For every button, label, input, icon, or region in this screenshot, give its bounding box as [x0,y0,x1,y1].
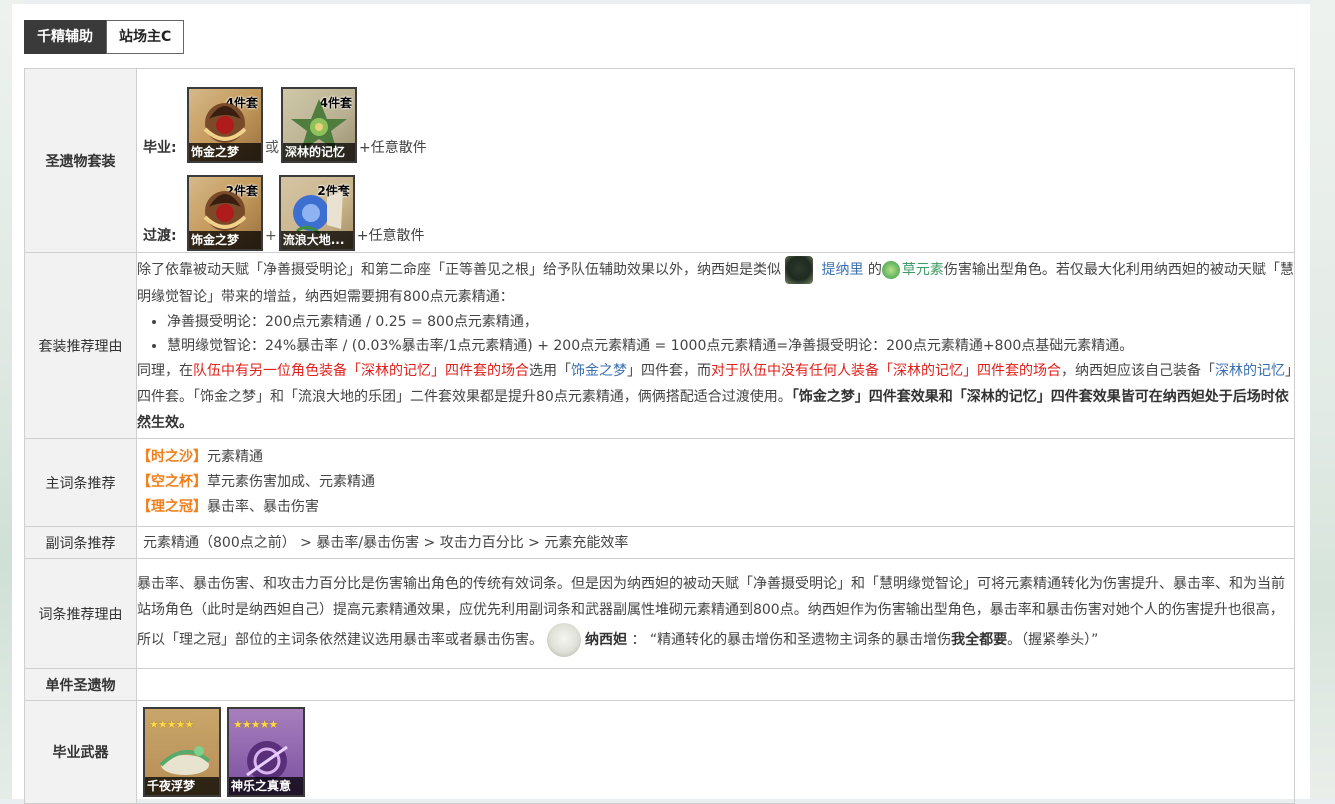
sub-stat-value: 元素精通（800点之前） > 暴击率/暴击伤害 > 攻击力百分比 > 元素充能效… [136,526,1295,559]
artifact-name: 流浪大地... [280,230,353,249]
highlight-red: 对于队伍中没有任何人装备「深林的记忆」四件套的场合 [711,362,1061,379]
single-artifact-content [136,668,1295,701]
row-label: 圣遗物套装 [24,68,137,253]
set-reason-content: 除了依靠被动天赋「净善摄受明论」和第二命座「正等善见之根」给予队伍辅助效果以外，… [136,252,1295,439]
row-label: 单件圣遗物 [24,668,137,701]
slot-label: 【时之沙】 [137,449,207,465]
artifact-transition-line: 过渡: 2件套 饰金之梦 + 2件套 流浪大地... +任意散件 [143,165,1288,251]
nahida-avatar-icon [547,622,581,657]
row-weapon: 毕业武器 ★★★★★ 千夜浮梦 ★★★★★ 神乐之真意 [24,700,1295,804]
text-span: 的 [867,261,882,278]
set-reason-paragraph-1: 除了依靠被动天赋「净善摄受明论」和第二命座「正等善见之根」给予队伍辅助效果以外，… [137,255,1294,310]
row-stat-reason: 词条推荐理由 暴击率、暴击伤害、和攻击力百分比是伤害输出角色的传统有效词条。但是… [24,558,1295,669]
tier-label: 过渡: [143,227,177,244]
list-item: 净善摄受明论：200点元素精通 / 0.25 = 800点元素精通， [167,310,1294,334]
list-item: 慧明缘觉智论：24%暴击率 / (0.03%暴击率/1点元素精通) + 200点… [167,334,1294,358]
character-link[interactable]: 提纳里 [821,262,863,278]
main-stat-item: 【时之沙】元素精通 [137,445,1294,470]
slot-label: 【空之杯】 [137,474,207,490]
weapon-item[interactable]: ★★★★★ 千夜浮梦 [143,707,221,797]
artifact-name: 饰金之梦 [189,230,261,249]
weapon-content: ★★★★★ 千夜浮梦 ★★★★★ 神乐之真意 [136,700,1295,804]
row-set-reason: 套装推荐理由 除了依靠被动天赋「净善摄受明论」和第二命座「正等善见之根」给予队伍… [24,252,1295,439]
slot-label: 【理之冠】 [137,499,207,515]
content-panel: 千精辅助 站场主C 圣遗物套装 毕业: 4件套 饰金之梦 或 4件套 深林的记忆… [12,4,1310,804]
artifact-name: 饰金之梦 [189,142,261,161]
bold-quote: 我全都要 [951,631,1008,648]
artifact-best-line: 毕业: 4件套 饰金之梦 或 4件套 深林的记忆 +任意散件 [143,77,1288,163]
artifact-link[interactable]: 饰金之梦 [571,363,627,379]
dendro-element-icon [881,260,900,279]
weapon-list: ★★★★★ 千夜浮梦 ★★★★★ 神乐之真意 [143,707,1288,797]
highlight-red: 队伍中有另一位角色装备「深林的记忆」四件套的场合 [193,362,529,379]
tighnari-avatar-icon [785,255,813,284]
stat-value: 暴击率、暴击伤害 [207,499,319,515]
tier-label: 毕业: [143,139,177,156]
main-stat-content: 【时之沙】元素精通 【空之杯】草元素伤害加成、元素精通 【理之冠】暴击率、暴击伤… [136,438,1295,527]
text-span: 选用「 [529,362,571,379]
row-main-stat: 主词条推荐 【时之沙】元素精通 【空之杯】草元素伤害加成、元素精通 【理之冠】暴… [24,438,1295,527]
formula-list: 净善摄受明论：200点元素精通 / 0.25 = 800点元素精通， 慧明缘觉智… [137,310,1294,358]
build-tabs: 千精辅助 站场主C [24,20,185,54]
text-span: 同理，在 [137,362,193,379]
row-label: 套装推荐理由 [24,252,137,439]
artifact-item[interactable]: 2件套 饰金之梦 [187,174,263,251]
speaker-name: 纳西妲 [585,631,627,648]
dendro-element-label: 草元素 [901,261,944,278]
row-artifact-set: 圣遗物套装 毕业: 4件套 饰金之梦 或 4件套 深林的记忆 +任意散件 过渡:… [24,68,1295,253]
set-reason-paragraph-2: 同理，在队伍中有另一位角色装备「深林的记忆」四件套的场合选用「饰金之梦」四件套，… [137,358,1294,436]
text-span: 。（握紧拳头）” [1007,631,1099,648]
artifact-item[interactable]: 2件套 流浪大地... [278,174,355,251]
plus-separator: + [265,227,277,244]
build-table: 圣遗物套装 毕业: 4件套 饰金之梦 或 4件套 深林的记忆 +任意散件 过渡:… [24,68,1295,804]
any-piece-note: +任意散件 [356,227,425,244]
stat-value: 元素精通 [207,449,263,465]
row-single-artifact: 单件圣遗物 [24,668,1295,701]
main-stat-item: 【空之杯】草元素伤害加成、元素精通 [137,470,1294,495]
text-span: ，纳西妲应该自己装备「 [1061,362,1215,379]
row-label: 毕业武器 [24,700,137,804]
text-span: “精通转化的暴击增伤和圣遗物主词条的暴击增伤 [649,631,952,648]
main-stat-item: 【理之冠】暴击率、暴击伤害 [137,495,1294,520]
text-span: 除了依靠被动天赋「净善摄受明论」和第二命座「正等善见之根」给予队伍辅助效果以外，… [137,261,781,278]
stat-value: 草元素伤害加成、元素精通 [207,474,375,490]
row-sub-stat: 副词条推荐 元素精通（800点之前） > 暴击率/暴击伤害 > 攻击力百分比 >… [24,526,1295,559]
any-piece-note: +任意散件 [359,139,427,156]
stat-reason-content: 暴击率、暴击伤害、和攻击力百分比是伤害输出角色的传统有效词条。但是因为纳西妲的被… [136,558,1295,669]
artifact-item[interactable]: 4件套 深林的记忆 [281,86,357,163]
text-span: ： [631,631,646,648]
artifact-name: 深林的记忆 [283,142,355,161]
tab-main-dps[interactable]: 站场主C [106,20,185,54]
artifact-item[interactable]: 4件套 饰金之梦 [187,86,263,163]
artifact-link[interactable]: 深林的记忆 [1215,363,1285,379]
or-separator: 或 [265,139,279,156]
tab-support[interactable]: 千精辅助 [24,20,106,54]
artifact-set-content: 毕业: 4件套 饰金之梦 或 4件套 深林的记忆 +任意散件 过渡: 2件套 饰… [136,68,1295,253]
row-label: 副词条推荐 [24,526,137,559]
page-background-right [1310,0,1335,799]
weapon-name: 神乐之真意 [229,777,303,795]
weapon-item[interactable]: ★★★★★ 神乐之真意 [227,707,305,797]
row-label: 主词条推荐 [24,438,137,527]
row-label: 词条推荐理由 [24,558,137,669]
weapon-name: 千夜浮梦 [145,777,219,795]
text-span: 」四件套，而 [627,362,711,379]
